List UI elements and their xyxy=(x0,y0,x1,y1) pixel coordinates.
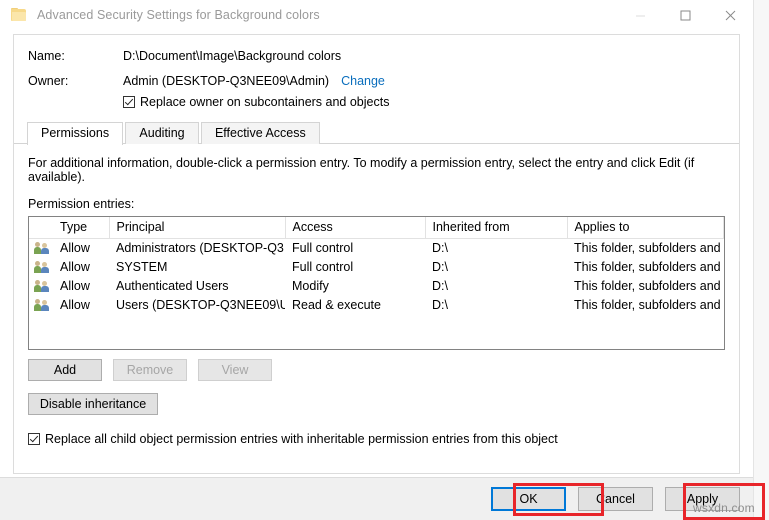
column-header-inherited-from[interactable]: Inherited from xyxy=(425,217,567,239)
name-value: D:\Document\Image\Background colors xyxy=(123,49,341,63)
cell-principal: Administrators (DESKTOP-Q3... xyxy=(109,239,285,258)
name-label: Name: xyxy=(28,49,123,63)
table-row[interactable]: Allow Authenticated Users Modify D:\ Thi… xyxy=(29,277,724,296)
cell-type: Allow xyxy=(53,258,109,277)
cell-principal: Authenticated Users xyxy=(109,277,285,296)
tab-effective-access[interactable]: Effective Access xyxy=(201,122,320,144)
replace-child-permissions-row[interactable]: Replace all child object permission entr… xyxy=(28,432,725,446)
cell-applies-to: This folder, subfolders and files xyxy=(567,239,724,258)
cell-principal: SYSTEM xyxy=(109,258,285,277)
table-row[interactable]: Allow SYSTEM Full control D:\ This folde… xyxy=(29,258,724,277)
users-group-icon xyxy=(29,277,53,296)
cell-type: Allow xyxy=(53,277,109,296)
maximize-icon[interactable] xyxy=(663,0,708,30)
column-header-icon xyxy=(29,217,53,239)
instruction-text: For additional information, double-click… xyxy=(28,156,725,184)
cell-access: Read & execute xyxy=(285,296,425,315)
permissions-pane: For additional information, double-click… xyxy=(14,156,739,446)
dialog-panel: Name: D:\Document\Image\Background color… xyxy=(13,34,740,474)
replace-owner-checkbox-row[interactable]: Replace owner on subcontainers and objec… xyxy=(123,95,739,109)
tab-auditing[interactable]: Auditing xyxy=(125,122,198,144)
table-row[interactable]: Allow Administrators (DESKTOP-Q3... Full… xyxy=(29,239,724,258)
cell-inherited-from: D:\ xyxy=(425,258,567,277)
disable-inheritance-button[interactable]: Disable inheritance xyxy=(28,393,158,415)
replace-child-permissions-checkbox[interactable] xyxy=(28,433,40,445)
watermark: wsxdn.com xyxy=(693,501,755,515)
cell-inherited-from: D:\ xyxy=(425,239,567,258)
replace-child-permissions-label: Replace all child object permission entr… xyxy=(45,432,558,446)
cancel-button[interactable]: Cancel xyxy=(578,487,653,511)
cell-access: Full control xyxy=(285,258,425,277)
owner-row: Owner: Admin (DESKTOP-Q3NEE09\Admin) Cha… xyxy=(28,74,739,88)
replace-owner-checkbox[interactable] xyxy=(123,96,135,108)
minimize-icon[interactable] xyxy=(618,0,663,30)
users-group-icon xyxy=(29,258,53,277)
window-title: Advanced Security Settings for Backgroun… xyxy=(37,8,320,22)
owner-label: Owner: xyxy=(28,74,123,88)
title-bar: Advanced Security Settings for Backgroun… xyxy=(0,0,753,30)
cell-type: Allow xyxy=(53,296,109,315)
permission-entries-table[interactable]: Type Principal Access Inherited from App… xyxy=(28,216,725,350)
folder-icon xyxy=(11,8,27,22)
dialog-footer: OK Cancel Apply xyxy=(0,477,753,520)
owner-value: Admin (DESKTOP-Q3NEE09\Admin) xyxy=(123,74,329,88)
users-group-icon xyxy=(29,296,53,315)
cell-principal: Users (DESKTOP-Q3NEE09\Us... xyxy=(109,296,285,315)
ok-button[interactable]: OK xyxy=(491,487,566,511)
cell-access: Modify xyxy=(285,277,425,296)
table-header-row: Type Principal Access Inherited from App… xyxy=(29,217,724,239)
permission-entries-label: Permission entries: xyxy=(28,197,725,211)
cell-inherited-from: D:\ xyxy=(425,277,567,296)
cell-type: Allow xyxy=(53,239,109,258)
table-row[interactable]: Allow Users (DESKTOP-Q3NEE09\Us... Read … xyxy=(29,296,724,315)
window-controls xyxy=(618,0,753,30)
cell-applies-to: This folder, subfolders and files xyxy=(567,296,724,315)
tab-strip: Permissions Auditing Effective Access xyxy=(14,121,739,144)
replace-owner-label: Replace owner on subcontainers and objec… xyxy=(140,95,389,109)
add-button[interactable]: Add xyxy=(28,359,102,381)
cell-applies-to: This folder, subfolders and files xyxy=(567,277,724,296)
close-icon[interactable] xyxy=(708,0,753,30)
view-button: View xyxy=(198,359,272,381)
advanced-security-settings-window: Advanced Security Settings for Backgroun… xyxy=(0,0,753,520)
cell-access: Full control xyxy=(285,239,425,258)
entry-actions: Add Remove View xyxy=(28,359,725,381)
cell-inherited-from: D:\ xyxy=(425,296,567,315)
remove-button: Remove xyxy=(113,359,187,381)
column-header-type[interactable]: Type xyxy=(53,217,109,239)
change-owner-link[interactable]: Change xyxy=(341,74,385,88)
name-row: Name: D:\Document\Image\Background color… xyxy=(28,49,739,63)
users-group-icon xyxy=(29,239,53,258)
column-header-principal[interactable]: Principal xyxy=(109,217,285,239)
tab-permissions[interactable]: Permissions xyxy=(27,122,123,145)
inheritance-actions: Disable inheritance xyxy=(28,393,725,415)
column-header-applies-to[interactable]: Applies to xyxy=(567,217,724,239)
object-info-section: Name: D:\Document\Image\Background color… xyxy=(14,35,739,109)
cell-applies-to: This folder, subfolders and files xyxy=(567,258,724,277)
page-scrollbar[interactable] xyxy=(753,0,769,520)
column-header-access[interactable]: Access xyxy=(285,217,425,239)
